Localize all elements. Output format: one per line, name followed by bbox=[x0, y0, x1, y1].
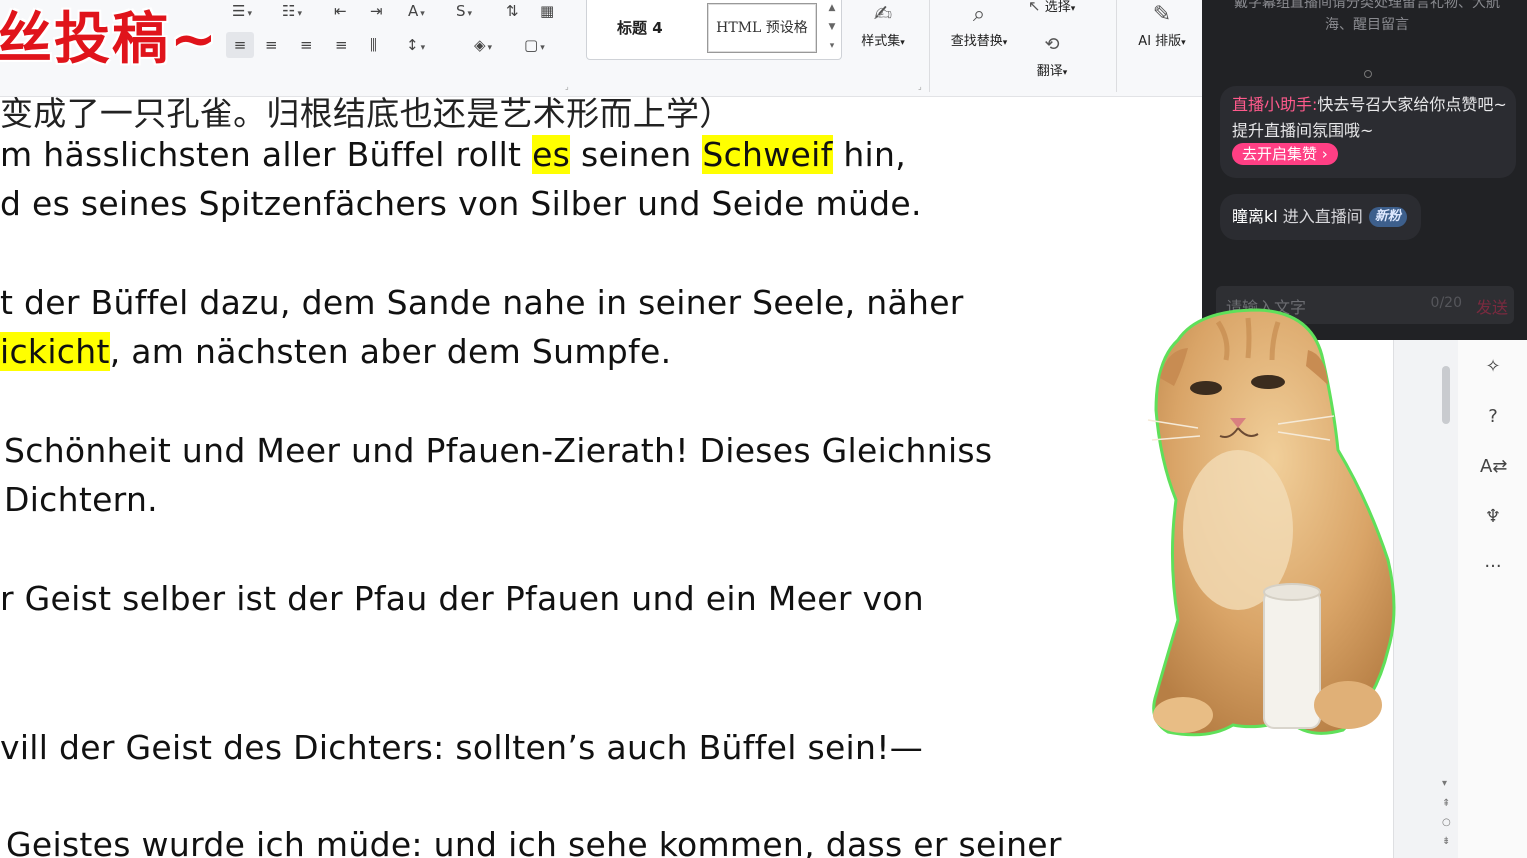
translate-text-icon[interactable]: A⇄ bbox=[1480, 454, 1507, 480]
style-set-icon: ✍ bbox=[873, 2, 893, 27]
overlay-caption: 丝投稿~ bbox=[0, 7, 219, 72]
ai-layout-icon: ✎ bbox=[1152, 2, 1172, 27]
enter-text: 进入直播间 bbox=[1277, 207, 1363, 226]
style-heading-4[interactable]: 标题 4 bbox=[617, 17, 663, 38]
doc-text: hin, bbox=[832, 135, 907, 174]
doc-line: t der Büffel dazu, dem Sande nahe in sei… bbox=[0, 283, 964, 322]
assistant-message-text: 直播小助手:快去号召大家给你点赞吧~提升直播间氛围哦~ bbox=[1232, 92, 1512, 144]
style-html-preformatted[interactable]: HTML 预设格 bbox=[707, 3, 817, 53]
enter-room-message: 瞳离kl 进入直播间 新粉 bbox=[1220, 194, 1421, 240]
chevron-down-icon[interactable]: ▾ bbox=[1442, 778, 1447, 789]
doc-line: 变成了一只孔雀。归根结底也还是艺术形而上学） bbox=[0, 97, 733, 133]
distributed-icon[interactable]: ⫼ bbox=[370, 34, 396, 56]
translate-icon: ⟲ bbox=[1044, 34, 1060, 55]
doc-text: m hässlichsten aller Büffel rollt bbox=[0, 135, 533, 174]
translate-button[interactable]: ⟲ 翻译▾ bbox=[1026, 30, 1078, 79]
find-replace-button[interactable]: ⌕ 查找替换▾ bbox=[940, 0, 1018, 49]
doc-line: Dichtern. bbox=[4, 480, 158, 519]
numbered-list-icon[interactable]: ☷ ▾ bbox=[282, 0, 308, 22]
ai-layout-button[interactable]: ✎ AI 排版▾ bbox=[1128, 0, 1196, 49]
doc-line: vill der Geist des Dichters: sollten’s a… bbox=[0, 728, 924, 767]
send-button[interactable]: 发送 bbox=[1476, 294, 1508, 318]
live-chat-panel: 戴字幕组直播间请分类处理留言礼物、大航海、醒目留言 直播小助手:快去号召大家给你… bbox=[1202, 0, 1527, 340]
browse-object-icon[interactable]: ○ bbox=[1442, 817, 1451, 828]
find-replace-label: 查找替换 bbox=[950, 34, 1003, 49]
char-count: 0/20 bbox=[1430, 295, 1462, 311]
style-set-button[interactable]: ✍ 样式集▾ bbox=[852, 0, 914, 49]
prev-page-icon[interactable]: ⇞ bbox=[1442, 798, 1450, 809]
paragraph-dialog-icon[interactable]: ⌟ bbox=[565, 82, 569, 91]
table-grid-icon[interactable]: ▦ bbox=[540, 0, 566, 22]
doc-line: d es seines Spitzenfächers von Silber un… bbox=[0, 184, 922, 223]
select-button[interactable]: ↖ 选择▾ bbox=[1028, 0, 1104, 15]
doc-line: r Geist selber ist der Pfau der Pfauen u… bbox=[0, 579, 925, 618]
assistant-name: 直播小助手: bbox=[1232, 95, 1318, 114]
justify-icon[interactable]: ≡ bbox=[335, 34, 361, 56]
magic-wand-icon[interactable]: ✧ bbox=[1480, 354, 1506, 380]
side-tool-strip: ✧ ? A⇄ ♆ ··· bbox=[1458, 340, 1527, 858]
select-label: 选择 bbox=[1044, 0, 1071, 15]
start-likes-button[interactable]: 去开启集赞 › bbox=[1232, 143, 1338, 165]
ribbon-separator bbox=[929, 0, 930, 92]
new-fan-badge: 新粉 bbox=[1368, 207, 1407, 227]
gallery-expand-icon[interactable]: ▾ bbox=[825, 37, 839, 56]
search-icon: ⌕ bbox=[972, 2, 986, 27]
ribbon-toolbar: ☰ ▾ ☷ ▾ ⇤ ⇥ A ▾ S ▾ ⇅ ▦ ≡ ≡ ≡ ≡ ⫼ ↕ ▾ ◈ ▾ ▢ ▾ ⌟… bbox=[0, 0, 1202, 97]
decrease-indent-icon[interactable]: ⇤ bbox=[334, 0, 360, 22]
shirt-icon[interactable]: ♆ bbox=[1480, 504, 1506, 530]
bullet-list-icon[interactable]: ☰ ▾ bbox=[232, 0, 258, 22]
highlighted-word: es bbox=[532, 135, 571, 174]
increase-indent-icon[interactable]: ⇥ bbox=[370, 0, 396, 22]
sort-icon[interactable]: ⇅ bbox=[506, 0, 532, 22]
cat-sticker bbox=[1147, 308, 1396, 737]
help-icon[interactable]: ? bbox=[1480, 404, 1506, 430]
highlighted-word: Schweif bbox=[702, 135, 833, 174]
align-center-icon[interactable]: ≡ bbox=[265, 34, 291, 56]
doc-line: Geistes wurde ich müde: und ich sehe kom… bbox=[6, 825, 1062, 858]
style-gallery-scroll[interactable]: ▲ ▼ ▾ bbox=[825, 0, 839, 57]
style-set-label: 样式集 bbox=[861, 34, 901, 49]
doc-line: ickicht, am nächsten aber dem Sumpfe. bbox=[0, 332, 671, 371]
doc-line: Schönheit und Meer und Pfauen-Zierath! D… bbox=[4, 431, 993, 470]
align-right-icon[interactable]: ≡ bbox=[300, 34, 326, 56]
translate-label: 翻译 bbox=[1036, 64, 1063, 79]
drag-handle-icon[interactable] bbox=[1364, 70, 1372, 78]
document-page[interactable]: 变成了一只孔雀。归根结底也还是艺术形而上学） m hässlichsten al… bbox=[0, 97, 1202, 858]
align-left-icon[interactable]: ≡ bbox=[226, 32, 254, 58]
cursor-arrow-icon: ↖ bbox=[1028, 0, 1041, 15]
shading-icon[interactable]: ◈ ▾ bbox=[474, 34, 500, 56]
chat-notice: 戴字幕组直播间请分类处理留言礼物、大航海、醒目留言 bbox=[1234, 0, 1500, 33]
doc-text: , am nächsten aber dem Sumpfe. bbox=[109, 332, 672, 371]
ribbon-separator bbox=[1116, 0, 1117, 92]
next-page-icon[interactable]: ⇟ bbox=[1442, 836, 1450, 847]
styles-dialog-icon[interactable]: ⌟ bbox=[918, 82, 922, 91]
border-icon[interactable]: ▢ ▾ bbox=[524, 34, 550, 56]
strikethrough-icon[interactable]: S ▾ bbox=[456, 0, 482, 22]
scroll-thumb[interactable] bbox=[1442, 366, 1450, 424]
ai-layout-label: AI 排版 bbox=[1138, 34, 1182, 49]
highlighted-word: ickicht bbox=[0, 332, 110, 371]
assistant-message: 直播小助手:快去号召大家给你点赞吧~提升直播间氛围哦~ 去开启集赞 › bbox=[1220, 86, 1516, 178]
chevron-down-icon[interactable]: ▼ bbox=[825, 18, 839, 37]
doc-line: m hässlichsten aller Büffel rollt es sei… bbox=[0, 135, 906, 174]
style-gallery: 标题 4 HTML 预设格 ▲ ▼ ▾ bbox=[586, 0, 842, 60]
text-direction-icon[interactable]: A ▾ bbox=[408, 0, 434, 22]
line-spacing-icon[interactable]: ↕ ▾ bbox=[406, 34, 432, 56]
chevron-up-icon[interactable]: ▲ bbox=[825, 0, 839, 18]
more-icon[interactable]: ··· bbox=[1480, 554, 1506, 580]
doc-text: seinen bbox=[570, 135, 703, 174]
enter-username[interactable]: 瞳离kl bbox=[1232, 207, 1278, 226]
